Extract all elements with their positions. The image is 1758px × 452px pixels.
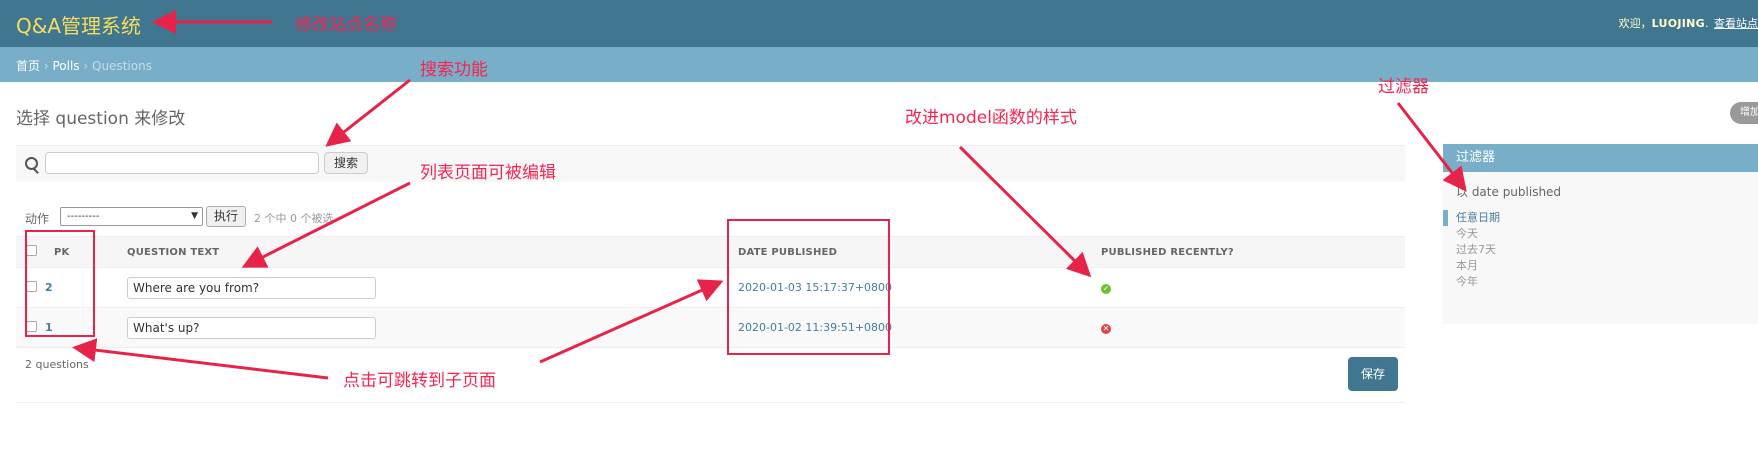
arrow-search	[325, 78, 411, 147]
arrow-model-style	[958, 145, 1092, 278]
arrow-editable	[241, 181, 411, 268]
annotation-editable: 列表页面可被编辑	[420, 163, 556, 183]
annotation-filter: 过滤器	[1378, 77, 1429, 97]
annotation-search: 搜索功能	[420, 60, 488, 80]
arrow-clickable-pk	[72, 338, 329, 380]
arrow-clickable-date	[539, 279, 724, 364]
arrow-filter	[1396, 102, 1467, 192]
annotation-site-name: 修改站点名称	[295, 15, 397, 35]
annotation-arrows	[72, 10, 1467, 380]
annotation-model-style: 改进model函数的样式	[905, 108, 1077, 128]
annotation-clickable: 点击可跳转到子页面	[343, 371, 496, 391]
